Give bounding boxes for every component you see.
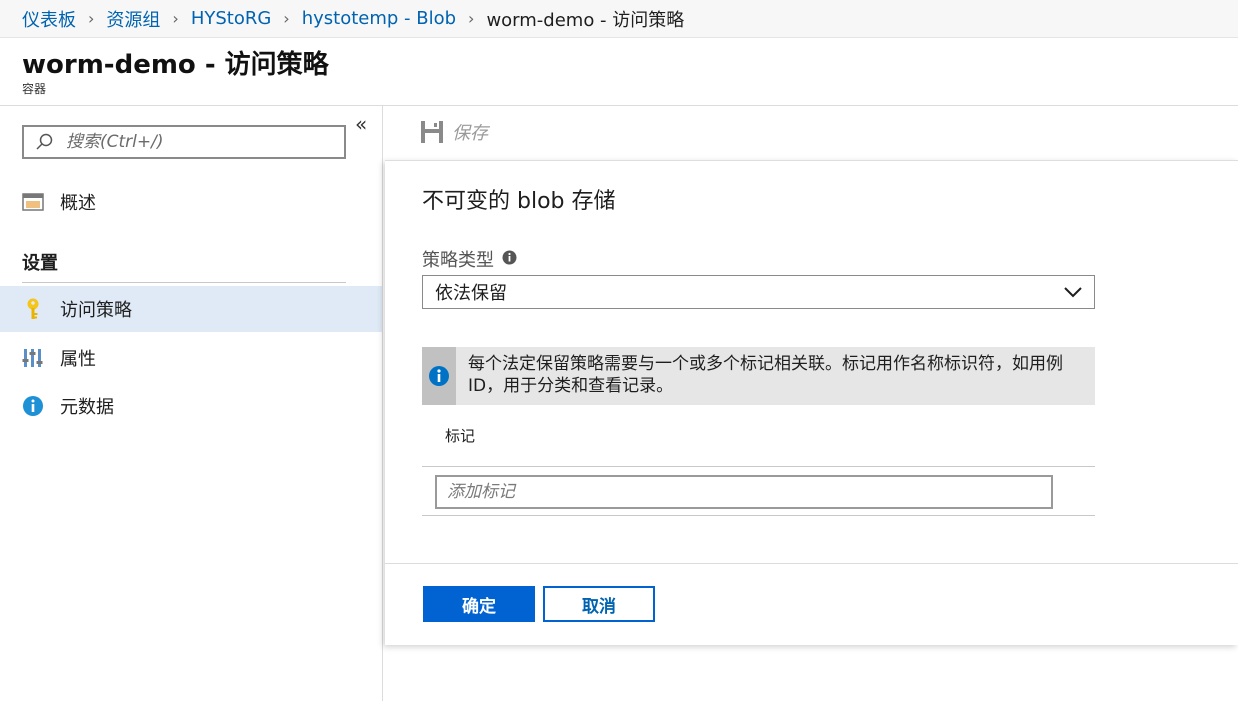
sidebar-item-label: 访问策略 [60, 300, 132, 321]
breadcrumb-separator: › [283, 9, 290, 28]
info-banner-stripe [422, 347, 456, 405]
search-input[interactable] [66, 132, 336, 152]
breadcrumb-storage-blob[interactable]: hystotemp - Blob [302, 8, 456, 29]
page-subtitle: 容器 [22, 82, 47, 96]
search-icon [36, 133, 53, 150]
add-tag-input[interactable] [435, 475, 1053, 509]
collapse-sidebar-button[interactable]: « [355, 112, 367, 136]
info-icon [22, 395, 44, 417]
save-icon [421, 121, 443, 143]
sidebar-item-label: 概述 [60, 193, 96, 214]
policy-type-select[interactable]: 依法保留 [422, 275, 1095, 309]
tags-header: 标记 [445, 427, 476, 445]
panel-title: 不可变的 blob 存储 [422, 189, 616, 214]
sidebar-item-overview[interactable]: 概述 [0, 179, 382, 225]
chevron-down-icon [1064, 287, 1082, 298]
sidebar-item-properties[interactable]: 属性 [0, 335, 382, 381]
policy-type-label: 策略类型 [422, 246, 517, 272]
section-header-settings: 设置 [22, 253, 58, 274]
key-icon [22, 298, 44, 320]
sidebar-item-metadata[interactable]: 元数据 [0, 383, 382, 429]
properties-icon [22, 347, 44, 369]
sidebar: « 概述 设置 访问策略 [0, 106, 383, 701]
page-title: worm-demo - 访问策略 [22, 50, 329, 80]
breadcrumb-current: worm-demo - 访问策略 [486, 9, 685, 31]
immutable-storage-panel: 不可变的 blob 存储 策略类型 依法保留 每个法定保留策略需要与一个或多个标… [385, 160, 1238, 645]
breadcrumb: 仪表板 › 资源组 › HYStoRG › hystotemp - Blob ›… [0, 0, 1238, 38]
policy-type-label-text: 策略类型 [422, 250, 494, 271]
info-icon [429, 366, 449, 386]
section-divider [22, 282, 346, 283]
sidebar-search[interactable] [22, 125, 346, 159]
info-banner: 每个法定保留策略需要与一个或多个标记相关联。标记用作名称标识符，如用例 ID，用… [422, 347, 1095, 405]
ok-button[interactable]: 确定 [423, 586, 535, 622]
sidebar-item-access-policy[interactable]: 访问策略 [0, 286, 382, 332]
sidebar-item-label: 元数据 [60, 397, 114, 418]
tags-divider-bottom [422, 515, 1095, 516]
save-button[interactable]: 保存 [420, 119, 488, 145]
breadcrumb-dashboard[interactable]: 仪表板 [22, 6, 76, 32]
breadcrumb-separator: › [88, 9, 95, 28]
breadcrumb-separator: › [172, 9, 179, 28]
breadcrumb-resource-groups[interactable]: 资源组 [106, 6, 160, 32]
tags-divider-top [422, 466, 1095, 467]
sidebar-item-label: 属性 [60, 349, 96, 370]
breadcrumb-separator: › [468, 9, 475, 28]
info-message: 每个法定保留策略需要与一个或多个标记相关联。标记用作名称标识符，如用例 ID，用… [468, 354, 1063, 396]
policy-type-info-icon[interactable] [502, 249, 517, 270]
footer-divider [385, 563, 1238, 564]
overview-icon [22, 191, 44, 213]
breadcrumb-resource-group[interactable]: HYStoRG [191, 8, 271, 29]
save-label: 保存 [452, 123, 488, 144]
policy-type-value: 依法保留 [435, 283, 507, 304]
cancel-button[interactable]: 取消 [543, 586, 655, 622]
